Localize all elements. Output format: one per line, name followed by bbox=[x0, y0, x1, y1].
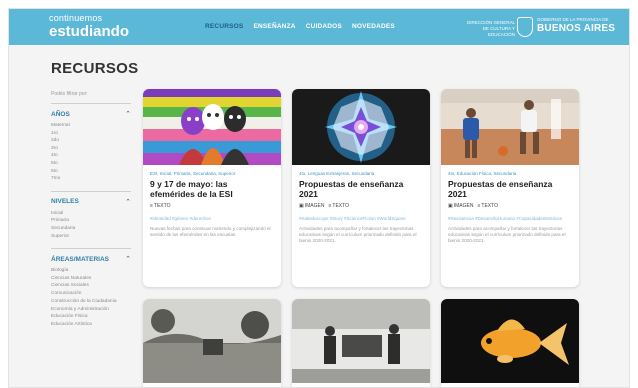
filter-option[interactable]: Ciencias Naturales bbox=[51, 275, 131, 283]
card-tags: 4to, Lenguas Extranjeras, Secundaria bbox=[299, 171, 375, 176]
resource-card[interactable] bbox=[441, 299, 579, 387]
card-image-basketball bbox=[441, 89, 579, 165]
filter-option[interactable]: Maternal bbox=[51, 122, 131, 130]
filter-option[interactable]: 7mo bbox=[51, 175, 131, 183]
filter-section-areas[interactable]: ÁREAS/MATERIAS ⌃ bbox=[51, 255, 131, 264]
text-icon: ≡ bbox=[477, 203, 481, 209]
filter-option[interactable]: 5to bbox=[51, 160, 131, 168]
type-label: TEXTO bbox=[481, 203, 498, 209]
type-label: IMAGEN bbox=[453, 203, 474, 209]
resource-card[interactable]: 4to, Educación Física, Secundaria Propue… bbox=[441, 89, 579, 287]
type-label: IMAGEN bbox=[304, 203, 325, 209]
image-type: ▣ IMAGEN bbox=[448, 203, 473, 209]
filter-section-niveles[interactable]: NIVELES ⌃ bbox=[51, 198, 131, 206]
filter-section-title: ÁREAS/MATERIAS bbox=[51, 255, 110, 263]
card-types: ▣ IMAGEN ≡ TEXTO bbox=[448, 203, 572, 209]
filter-option[interactable]: Superior bbox=[51, 233, 131, 241]
nav-recursos[interactable]: RECURSOS bbox=[205, 23, 243, 30]
province-logo[interactable]: GOBIERNO DE LA PROVINCIA DE BUENOS AIRES bbox=[537, 17, 616, 34]
card-image-kaleidoscope bbox=[292, 89, 430, 165]
filter-option[interactable]: Educación Física bbox=[51, 313, 131, 321]
filter-option[interactable]: Educación Artística bbox=[51, 321, 131, 329]
resource-card[interactable] bbox=[143, 299, 281, 387]
filter-section-anios[interactable]: AÑOS ⌃ bbox=[51, 110, 131, 119]
text-icon: ≡ bbox=[328, 203, 332, 209]
image-icon: ▣ bbox=[448, 203, 453, 209]
filter-option[interactable]: Construcción de la Ciudadanía bbox=[51, 299, 131, 305]
card-types: ▣ IMAGEN ≡ TEXTO bbox=[299, 203, 423, 209]
card-image-vintage-field bbox=[143, 299, 281, 383]
filter-section-title: NIVELES bbox=[51, 198, 79, 206]
filter-option[interactable]: 1ro bbox=[51, 130, 131, 138]
card-title[interactable]: Propuestas de enseñanza 2021 bbox=[299, 179, 423, 199]
text-type: ≡ TEXTO bbox=[328, 203, 349, 209]
logo-bottom: estudiando bbox=[49, 23, 130, 40]
resource-card[interactable]: ESI, Inicial, Primaria, Secundaria, Supe… bbox=[143, 89, 281, 287]
page: continuemos estudiando RECURSOS ENSEÑANZ… bbox=[8, 8, 630, 388]
card-hashtags[interactable]: #Resistencia #DesarrolloHumano #Capacida… bbox=[448, 216, 572, 222]
main-nav: RECURSOS ENSEÑANZA CUIDADOS NOVEDADES bbox=[205, 23, 395, 30]
chevron-up-icon[interactable]: ⌃ bbox=[125, 110, 131, 118]
chevron-up-icon[interactable]: ⌃ bbox=[125, 198, 131, 206]
filter-option[interactable]: Inicial bbox=[51, 210, 131, 218]
card-title[interactable]: 9 y 17 de mayo: las efemérides de la ESI bbox=[150, 179, 274, 199]
image-type: ▣ IMAGEN bbox=[299, 203, 324, 209]
card-tags: 4to, Educación Física, Secundaria bbox=[448, 171, 517, 176]
card-image-goldfish bbox=[441, 299, 579, 383]
text-type: ≡ TEXTO bbox=[477, 203, 498, 209]
filter-option[interactable]: 4to bbox=[51, 152, 131, 160]
divider bbox=[51, 248, 131, 250]
filter-option[interactable]: Secundaria bbox=[51, 225, 131, 233]
filter-option[interactable]: 3ro bbox=[51, 145, 131, 153]
chevron-up-icon[interactable]: ⌃ bbox=[125, 255, 131, 263]
filter-option[interactable]: Economía y Administración bbox=[51, 306, 131, 314]
filter-option[interactable]: 6to bbox=[51, 168, 131, 176]
card-types: ≡ TEXTO bbox=[150, 203, 274, 209]
card-image-esi bbox=[143, 89, 281, 165]
nav-ensenanza[interactable]: ENSEÑANZA bbox=[253, 23, 295, 30]
card-hashtags[interactable]: #Kaleidoscope #Story #ScienceFiction #Wo… bbox=[299, 216, 423, 222]
province-logo-top: GOBIERNO DE LA PROVINCIA DE bbox=[537, 17, 609, 22]
type-label: TEXTO bbox=[153, 203, 171, 209]
filter-intro: Podés filtrar por: bbox=[51, 91, 88, 97]
province-logo-bottom: BUENOS AIRES bbox=[537, 22, 616, 34]
nav-novedades[interactable]: NOVEDADES bbox=[352, 23, 395, 30]
card-image-vintage-men bbox=[292, 299, 430, 383]
card-description: Nuevas fechas para continuar nutriendo y… bbox=[150, 226, 271, 238]
type-label: TEXTO bbox=[332, 203, 349, 209]
filter-option[interactable]: Biología bbox=[51, 267, 131, 275]
gov-label: DIRECCIÓN GENERAL DE CULTURA Y EDUCACIÓN bbox=[466, 20, 515, 37]
filter-section-title: AÑOS bbox=[51, 110, 70, 118]
filter-option[interactable]: Comunicación bbox=[51, 290, 131, 298]
resource-card[interactable]: 4to, Lenguas Extranjeras, Secundaria Pro… bbox=[292, 89, 430, 287]
filter-option[interactable]: Ciencias Sociales bbox=[51, 282, 131, 290]
resource-card[interactable] bbox=[292, 299, 430, 387]
page-title: RECURSOS bbox=[51, 60, 139, 77]
divider bbox=[51, 190, 131, 192]
filter-sidebar: Podés filtrar por: AÑOS ⌃ Maternal 1ro 2… bbox=[51, 91, 131, 328]
text-icon: ≡ bbox=[150, 203, 153, 209]
filter-option[interactable]: 2do bbox=[51, 137, 131, 145]
text-type: ≡ TEXTO bbox=[150, 203, 171, 209]
logo-top: continuemos bbox=[49, 13, 103, 23]
card-description: Actividades para acompañar y fortalecer … bbox=[299, 226, 417, 244]
top-bar: continuemos estudiando RECURSOS ENSEÑANZ… bbox=[9, 9, 629, 45]
nav-cuidados[interactable]: CUIDADOS bbox=[306, 23, 342, 30]
image-icon: ▣ bbox=[299, 203, 304, 209]
card-description: Actividades para acompañar y fortalecer … bbox=[448, 226, 566, 244]
card-title[interactable]: Propuestas de enseñanza 2021 bbox=[448, 179, 572, 199]
site-logo[interactable]: continuemos estudiando bbox=[49, 13, 130, 40]
card-tags: ESI, Inicial, Primaria, Secundaria, Supe… bbox=[150, 171, 236, 176]
divider bbox=[51, 103, 131, 104]
card-hashtags[interactable]: #identidad #género #derechos bbox=[150, 216, 274, 222]
filter-option[interactable]: Primaria bbox=[51, 217, 131, 225]
province-shield-icon bbox=[517, 17, 533, 37]
